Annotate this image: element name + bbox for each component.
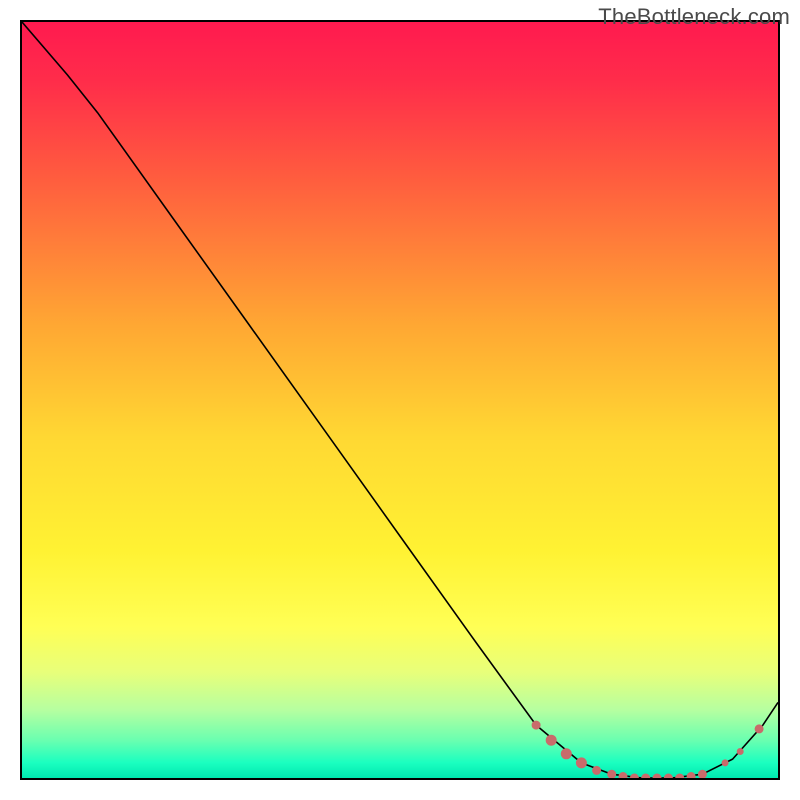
data-marker — [561, 749, 571, 759]
data-marker — [676, 774, 684, 778]
data-marker — [630, 774, 638, 778]
data-marker — [737, 749, 743, 755]
data-marker — [687, 773, 695, 779]
chart-container: TheBottleneck.com — [0, 0, 800, 800]
data-marker — [755, 725, 763, 733]
data-marker — [722, 760, 728, 766]
bottleneck-curve-path — [22, 22, 778, 778]
data-marker — [653, 774, 661, 778]
marker-group — [532, 721, 763, 778]
data-marker — [698, 770, 706, 778]
watermark-text: TheBottleneck.com — [598, 4, 790, 30]
data-marker — [576, 758, 586, 768]
data-marker — [532, 721, 540, 729]
data-marker — [593, 766, 601, 774]
data-marker — [664, 774, 672, 778]
data-marker — [546, 735, 556, 745]
plot-area — [20, 20, 780, 780]
data-marker — [608, 770, 616, 778]
chart-svg — [22, 22, 778, 778]
data-marker — [642, 774, 650, 778]
data-marker — [619, 773, 627, 779]
